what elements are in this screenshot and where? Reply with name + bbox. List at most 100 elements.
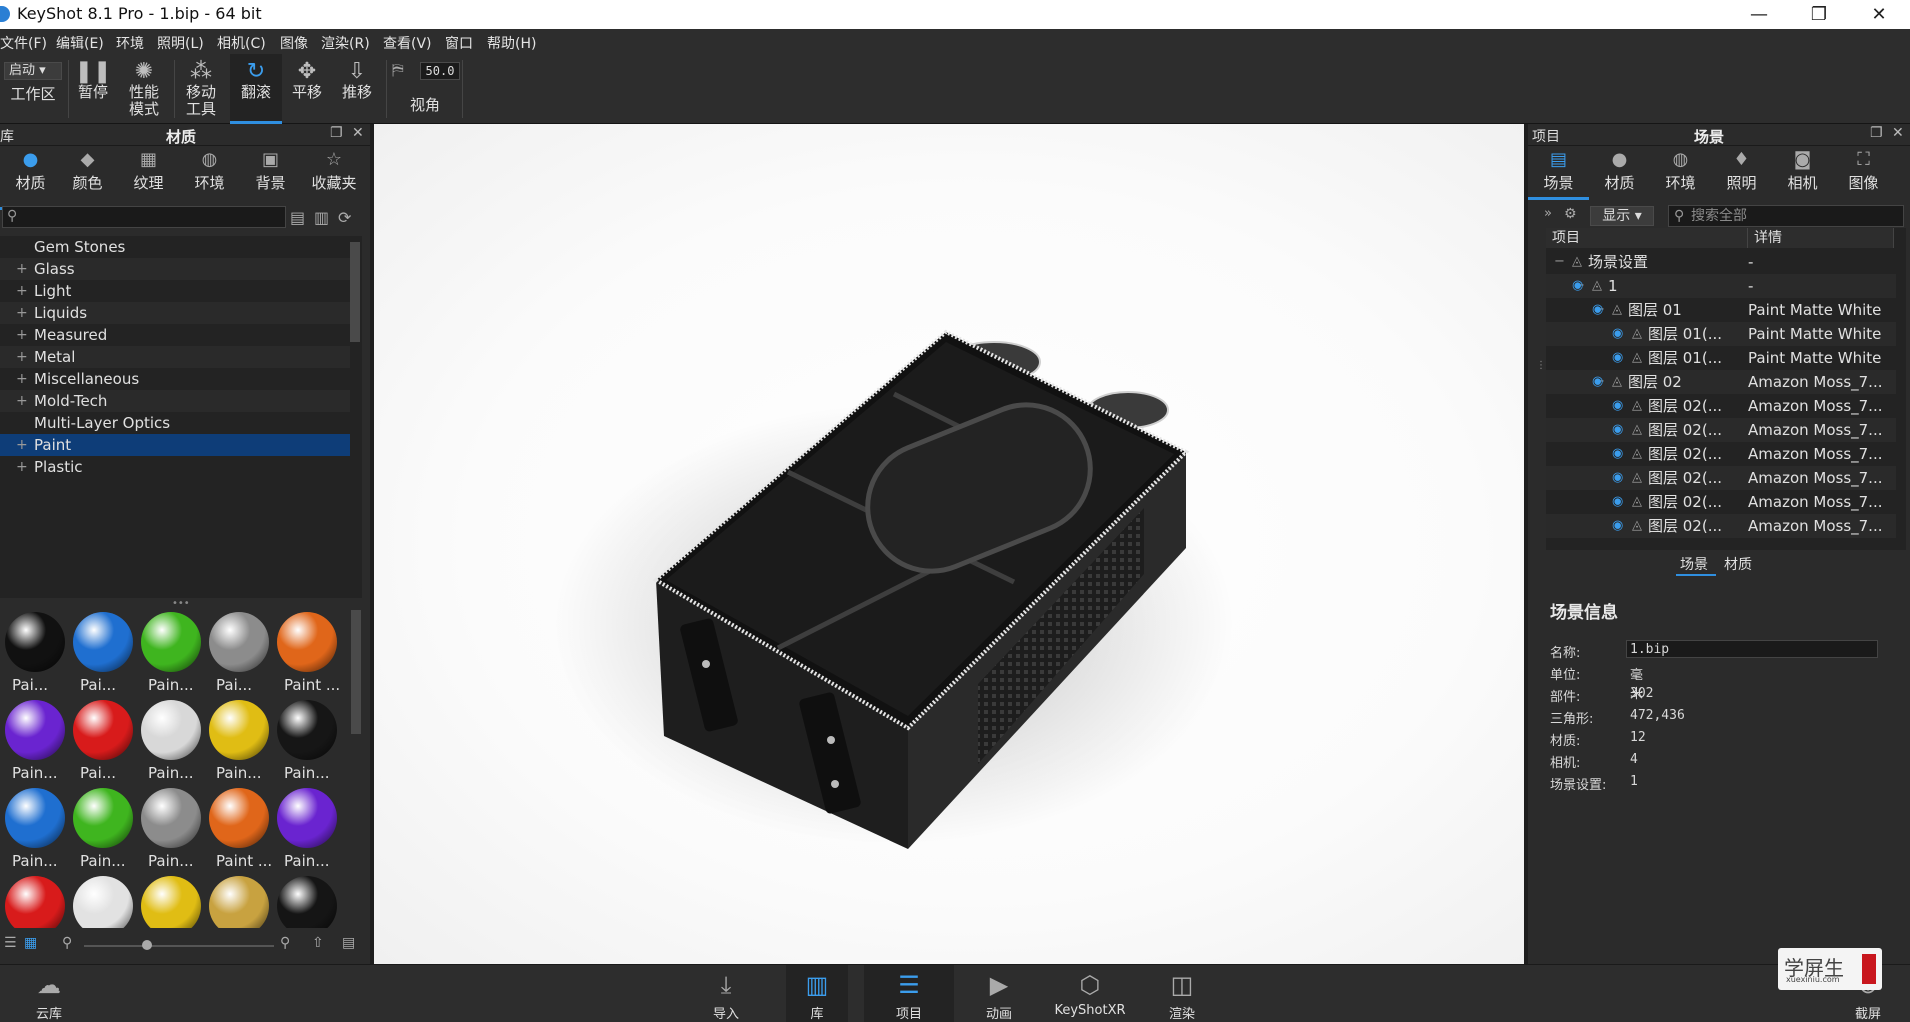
- expand-icon[interactable]: +: [16, 324, 28, 346]
- material-thumbnail[interactable]: Pain...: [2, 698, 68, 786]
- undock-icon[interactable]: ❐: [1870, 125, 1883, 141]
- menu-window[interactable]: 窗口: [445, 33, 473, 53]
- tree-item[interactable]: Gem Stones: [0, 236, 350, 258]
- pan-button[interactable]: ✥ 平移: [286, 54, 328, 124]
- workspace-button[interactable]: 工作区: [2, 54, 64, 124]
- expand-icon[interactable]: +: [16, 346, 28, 368]
- scene-search-input[interactable]: ⚲ 搜索全部: [1668, 205, 1904, 227]
- material-thumbnail[interactable]: Pain...: [138, 610, 204, 698]
- scene-row[interactable]: ◉ ◬ 图层 02(... Amazon Moss_7...: [1546, 394, 1896, 418]
- tumble-button[interactable]: ↻ 翻滚: [230, 54, 282, 124]
- folder-settings-icon[interactable]: ▤: [342, 935, 355, 951]
- show-dropdown[interactable]: 显示 ▾: [1590, 206, 1654, 226]
- tree-item[interactable]: + Glass: [0, 258, 350, 280]
- material-thumbnail[interactable]: Pai...: [70, 698, 136, 786]
- material-thumbnail[interactable]: Paint ...: [206, 786, 272, 874]
- menu-edit[interactable]: 编辑(E): [56, 33, 104, 53]
- subtab-material[interactable]: 材质: [1724, 554, 1752, 574]
- scene-row[interactable]: − ◉ ◬ 图层 02 Amazon Moss_7...: [1546, 370, 1896, 394]
- tree-item[interactable]: + Plastic: [0, 456, 350, 478]
- visibility-eye-icon[interactable]: ◉: [1592, 370, 1603, 394]
- project-toggle-button[interactable]: ☰ 项目: [864, 965, 954, 1022]
- tab-backgrounds[interactable]: ▣ 背景: [240, 146, 301, 210]
- tree-item[interactable]: + Paint: [0, 434, 350, 456]
- visibility-eye-icon[interactable]: ◉: [1612, 490, 1623, 514]
- tab-material[interactable]: ● 材质: [1589, 146, 1650, 200]
- material-thumbnail[interactable]: Pai...: [206, 610, 272, 698]
- thumbnail-size-slider[interactable]: [84, 945, 274, 947]
- fov-input[interactable]: 50.0: [420, 62, 460, 80]
- material-thumbnail[interactable]: Pain...: [206, 698, 272, 786]
- keyshotxr-button[interactable]: ⬡ KeyShotXR: [1048, 965, 1132, 1022]
- scene-row[interactable]: ◉ ◬ 图层 02(... Amazon Moss_7...: [1546, 418, 1896, 442]
- visibility-eye-icon[interactable]: ◉: [1612, 394, 1623, 418]
- tab-lighting[interactable]: ♦ 照明: [1711, 146, 1772, 200]
- tab-favorites[interactable]: ☆ 收藏夹: [301, 146, 367, 210]
- tree-item[interactable]: + Measured: [0, 324, 350, 346]
- grid-scrollbar[interactable]: [351, 610, 361, 734]
- tree-item[interactable]: Multi-Layer Optics: [0, 412, 350, 434]
- visibility-eye-icon[interactable]: ◉: [1612, 514, 1623, 538]
- tab-materials[interactable]: ● 材质: [0, 146, 61, 210]
- tree-item[interactable]: + Liquids: [0, 302, 350, 324]
- library-search-input[interactable]: ⚲: [2, 206, 286, 228]
- import-button[interactable]: ⤓ 导入: [696, 965, 756, 1022]
- collapse-icon[interactable]: −: [1554, 250, 1565, 274]
- slider-handle[interactable]: [142, 940, 152, 950]
- expand-icon[interactable]: +: [16, 280, 28, 302]
- material-thumbnail[interactable]: Pain...: [138, 786, 204, 874]
- scene-tree-icon[interactable]: ⚙: [1564, 206, 1577, 222]
- material-thumbnail[interactable]: Paint ...: [274, 610, 340, 698]
- material-thumbnail[interactable]: Pain...: [70, 786, 136, 874]
- tab-camera[interactable]: ◙ 相机: [1772, 146, 1833, 200]
- material-thumbnail[interactable]: Pain...: [2, 786, 68, 874]
- splitter-handle[interactable]: ⋮: [1536, 360, 1546, 371]
- zoom-in-icon[interactable]: ⚲: [280, 935, 290, 951]
- menu-image[interactable]: 图像: [280, 33, 308, 53]
- folder-add-icon[interactable]: ▥: [314, 208, 329, 227]
- expand-icon[interactable]: +: [16, 302, 28, 324]
- visibility-eye-icon[interactable]: ◉: [1612, 442, 1623, 466]
- subtab-scene[interactable]: 场景: [1680, 554, 1708, 574]
- material-thumbnail[interactable]: Pai...: [2, 610, 68, 698]
- visibility-eye-icon[interactable]: ◉: [1612, 418, 1623, 442]
- scene-row[interactable]: ◉ ◬ 图层 02(... Amazon Moss_7...: [1546, 490, 1896, 514]
- menu-camera[interactable]: 相机(C): [217, 33, 266, 53]
- material-thumbnail[interactable]: Pain...: [274, 786, 340, 874]
- tab-textures[interactable]: ▦ 纹理: [118, 146, 179, 210]
- tree-scrollbar[interactable]: [350, 242, 360, 342]
- column-header-item[interactable]: 项目: [1546, 228, 1748, 248]
- material-thumbnail[interactable]: Pain...: [138, 698, 204, 786]
- column-header-details[interactable]: 详情: [1748, 228, 1894, 248]
- menu-help[interactable]: 帮助(H): [487, 33, 536, 53]
- tree-item[interactable]: + Metal: [0, 346, 350, 368]
- expand-icon[interactable]: +: [16, 456, 28, 478]
- dolly-button[interactable]: ⇩ 推移: [336, 54, 378, 124]
- folder-open-icon[interactable]: ▤: [290, 208, 305, 227]
- tree-item[interactable]: + Mold-Tech: [0, 390, 350, 412]
- scene-row[interactable]: ◉ ◬ 图层 02(... Amazon Moss_7...: [1546, 466, 1896, 490]
- visibility-eye-icon[interactable]: ◉: [1612, 346, 1623, 370]
- animation-button[interactable]: ▶ 动画: [968, 965, 1030, 1022]
- render-viewport[interactable]: [374, 124, 1524, 964]
- expand-icon[interactable]: »: [1544, 206, 1552, 221]
- tab-environments[interactable]: ◍ 环境: [179, 146, 240, 210]
- cloud-library-button[interactable]: ☁ 云库: [20, 965, 78, 1022]
- undock-icon[interactable]: ❐: [330, 125, 343, 141]
- scene-row[interactable]: − ◬ 场景设置 -: [1546, 250, 1896, 274]
- tab-colors[interactable]: ◆ 颜色: [57, 146, 118, 210]
- visibility-eye-icon[interactable]: ◉: [1612, 466, 1623, 490]
- material-thumbnail[interactable]: Pai...: [70, 610, 136, 698]
- upload-icon[interactable]: ⇧: [312, 935, 324, 951]
- menu-environment[interactable]: 环境: [116, 33, 144, 53]
- scene-row[interactable]: ◉ ◬ 图层 02(... Amazon Moss_7...: [1546, 514, 1896, 538]
- material-thumbnail[interactable]: Pain...: [274, 698, 340, 786]
- performance-mode-button[interactable]: ✺ 性能模式: [120, 54, 168, 124]
- grid-view-icon[interactable]: ▦: [24, 935, 37, 951]
- close-panel-icon[interactable]: ✕: [352, 125, 364, 141]
- visibility-eye-icon[interactable]: ◉: [1592, 298, 1603, 322]
- tab-image[interactable]: ⛶ 图像: [1833, 146, 1894, 200]
- tree-item[interactable]: + Miscellaneous: [0, 368, 350, 390]
- menu-render[interactable]: 渲染(R): [321, 33, 370, 53]
- zoom-out-icon[interactable]: ⚲: [62, 935, 72, 951]
